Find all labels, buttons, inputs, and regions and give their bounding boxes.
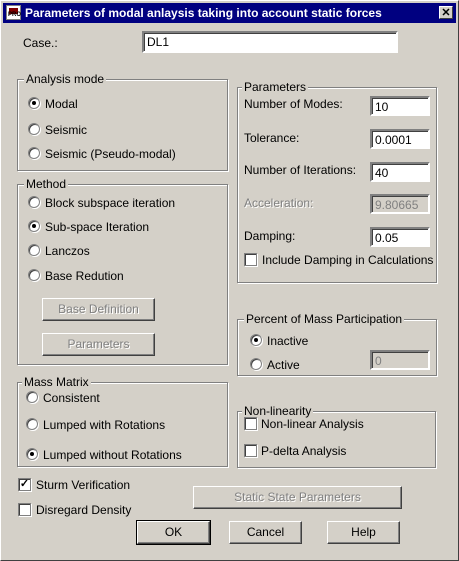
modes-input[interactable]: 10 — [370, 96, 430, 116]
radio-lanczos[interactable] — [28, 244, 40, 256]
app-icon-text: PRO — [8, 12, 22, 18]
mass-participation-legend: Percent of Mass Participation — [244, 312, 405, 326]
include-damping-label[interactable]: Include Damping in Calculations — [262, 253, 433, 267]
dialog-window: PRO Parameters of modal anlaysis taking … — [0, 0, 459, 561]
pdelta-analysis-checkbox[interactable] — [244, 444, 257, 457]
radio-lumped-without-rotations[interactable] — [26, 448, 38, 460]
radio-lumped-with-rotations[interactable] — [26, 418, 38, 430]
window-title: Parameters of modal anlaysis taking into… — [25, 6, 382, 20]
radio-modal-label[interactable]: Modal — [45, 97, 78, 111]
radio-lumped-without-rotations-label[interactable]: Lumped without Rotations — [43, 448, 182, 462]
radio-consistent-label[interactable]: Consistent — [43, 391, 100, 405]
radio-base-redution-label[interactable]: Base Redution — [45, 269, 124, 283]
radio-active-label[interactable]: Active — [267, 358, 300, 372]
base-definition-button[interactable]: Base Definition — [42, 298, 155, 321]
checkmark-icon: ✓ — [19, 478, 30, 490]
disregard-density-label[interactable]: Disregard Density — [36, 503, 131, 517]
help-button[interactable]: Help — [327, 521, 400, 544]
close-icon: ✕ — [441, 7, 451, 19]
radio-consistent[interactable] — [26, 391, 38, 403]
nonlinear-analysis-label[interactable]: Non-linear Analysis — [261, 417, 364, 431]
acceleration-input[interactable]: 9.80665 — [370, 194, 430, 214]
damping-input[interactable]: 0.05 — [370, 227, 430, 247]
title-bar[interactable]: PRO Parameters of modal anlaysis taking … — [3, 3, 456, 23]
radio-seismic-pseudo-label[interactable]: Seismic (Pseudo-modal) — [45, 147, 176, 161]
radio-seismic[interactable] — [28, 123, 40, 135]
tolerance-label: Tolerance: — [244, 131, 300, 145]
radio-inactive-label[interactable]: Inactive — [267, 334, 308, 348]
mass-matrix-legend: Mass Matrix — [22, 375, 91, 389]
tolerance-input[interactable]: 0.0001 — [370, 129, 430, 149]
radio-subspace-iteration-label[interactable]: Sub-space Iteration — [45, 220, 149, 234]
nonlinearity-legend: Non-linearity — [242, 404, 314, 418]
modes-label: Number of Modes: — [244, 97, 343, 111]
radio-inactive[interactable] — [250, 334, 262, 346]
cancel-button[interactable]: Cancel — [229, 521, 302, 544]
radio-seismic-pseudo[interactable] — [28, 147, 40, 159]
disregard-density-checkbox[interactable] — [18, 503, 31, 516]
sturm-verification-checkbox[interactable]: ✓ — [18, 478, 31, 491]
method-parameters-button[interactable]: Parameters — [42, 333, 155, 356]
acceleration-label: Acceleration: — [244, 196, 314, 210]
radio-seismic-label[interactable]: Seismic — [45, 123, 87, 137]
static-state-parameters-button[interactable]: Static State Parameters — [193, 486, 402, 509]
iterations-input[interactable]: 40 — [370, 162, 430, 182]
radio-active[interactable] — [250, 358, 262, 370]
radio-block-subspace-label[interactable]: Block subspace iteration — [45, 196, 175, 210]
radio-modal[interactable] — [28, 97, 40, 109]
case-input[interactable]: DL1 — [142, 31, 398, 53]
radio-lumped-with-rotations-label[interactable]: Lumped with Rotations — [43, 418, 165, 432]
parameters-legend: Parameters — [242, 80, 309, 94]
close-button[interactable]: ✕ — [439, 6, 453, 19]
app-icon: PRO — [6, 5, 21, 20]
method-legend: Method — [24, 177, 69, 191]
radio-subspace-iteration[interactable] — [28, 220, 40, 232]
include-damping-checkbox[interactable] — [244, 253, 257, 266]
sturm-verification-label[interactable]: Sturm Verification — [36, 478, 130, 492]
damping-label: Damping: — [244, 229, 296, 243]
nonlinear-analysis-checkbox[interactable] — [244, 417, 257, 430]
ok-button[interactable]: OK — [136, 520, 211, 545]
iterations-label: Number of Iterations: — [244, 163, 357, 177]
mass-participation-input[interactable]: 0 — [370, 350, 430, 370]
radio-block-subspace[interactable] — [28, 196, 40, 208]
pdelta-analysis-label[interactable]: P-delta Analysis — [261, 444, 346, 458]
radio-lanczos-label[interactable]: Lanczos — [45, 244, 90, 258]
analysis-mode-legend: Analysis mode — [24, 72, 107, 86]
radio-base-redution[interactable] — [28, 269, 40, 281]
case-label: Case.: — [23, 36, 58, 50]
